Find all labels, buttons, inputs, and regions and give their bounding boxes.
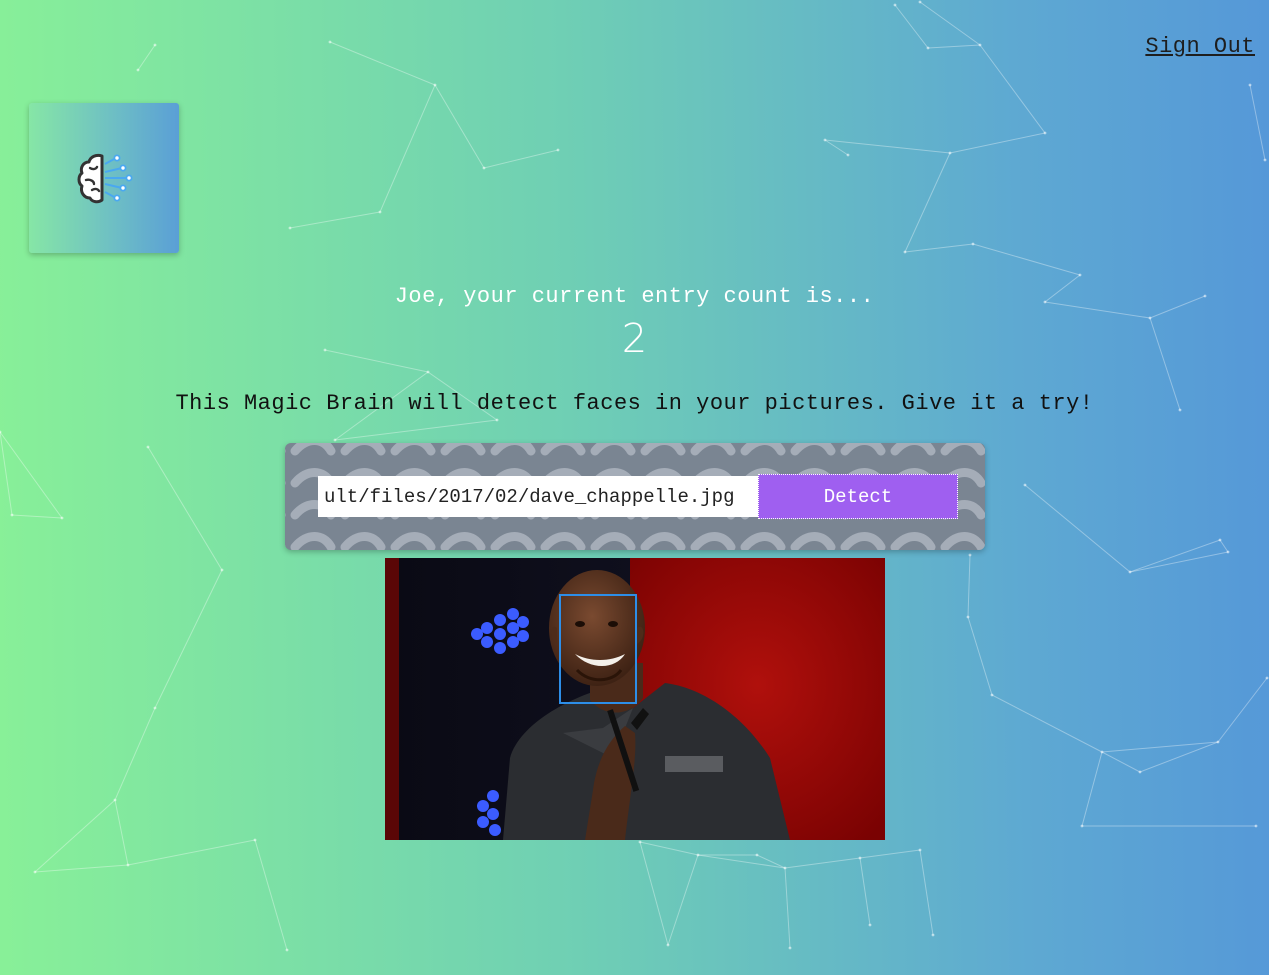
entry-count-message: Joe, your current entry count is... xyxy=(394,284,875,309)
input-image xyxy=(385,558,885,840)
image-link-form: Detect xyxy=(285,443,985,550)
image-url-input[interactable] xyxy=(318,476,758,517)
face-bounding-box xyxy=(559,594,637,704)
entry-count-value: 2 xyxy=(621,316,648,362)
instructions-text: This Magic Brain will detect faces in yo… xyxy=(175,391,1094,416)
detect-button[interactable]: Detect xyxy=(758,474,958,519)
logo[interactable] xyxy=(29,103,179,253)
sign-out-link[interactable]: Sign Out xyxy=(1145,34,1255,59)
brain-icon xyxy=(77,153,133,204)
